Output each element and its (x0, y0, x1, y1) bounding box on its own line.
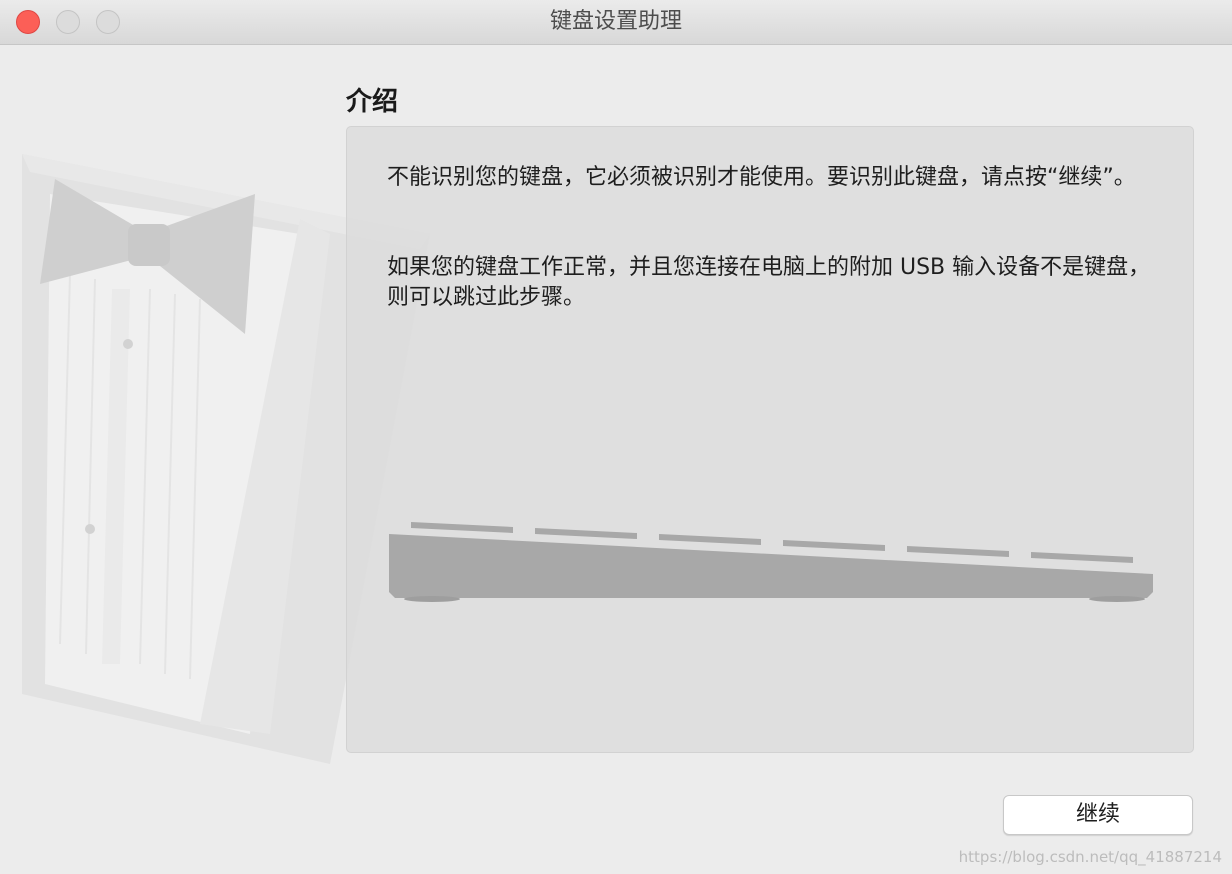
titlebar[interactable]: 键盘设置助理 (0, 0, 1232, 45)
intro-paragraph-2: 如果您的键盘工作正常，并且您连接在电脑上的附加 USB 输入设备不是键盘，则可以… (387, 255, 1151, 310)
watermark: https://blog.csdn.net/qq_41887214 (958, 848, 1222, 866)
intro-panel: 不能识别您的键盘，它必须被识别才能使用。要识别此键盘，请点按“继续”。 如果您的… (346, 126, 1194, 753)
intro-paragraph-1: 不能识别您的键盘，它必须被识别才能使用。要识别此键盘，请点按“继续”。 (387, 165, 1136, 190)
continue-button[interactable]: 继续 (1003, 795, 1193, 835)
keyboard-side-view-icon (389, 522, 1153, 602)
keyboard-setup-assistant-window: 键盘设置助理 介绍 不能识别您的键盘，它必须被识别才能使用。要识别此键盘，请点按… (0, 0, 1232, 874)
section-heading: 介绍 (346, 87, 399, 117)
window-title: 键盘设置助理 (549, 9, 682, 34)
